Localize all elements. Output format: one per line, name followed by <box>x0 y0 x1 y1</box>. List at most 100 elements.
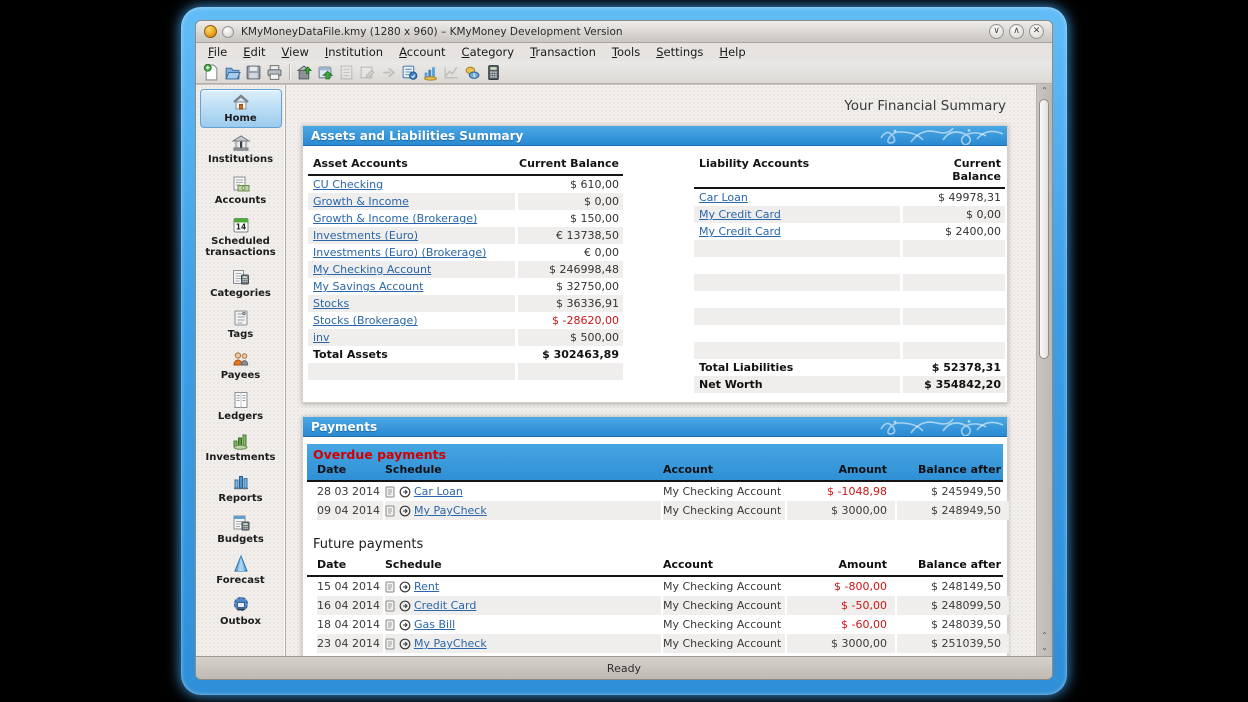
account-link[interactable]: My Savings Account <box>313 280 423 293</box>
menu-category[interactable]: Category <box>454 44 523 60</box>
new-account-icon[interactable] <box>315 62 336 82</box>
edit-schedule-icon[interactable] <box>385 619 396 631</box>
col-header-date: Date <box>317 463 383 476</box>
sidebar-item-forecast[interactable]: Forecast <box>200 551 282 590</box>
menu-institution[interactable]: Institution <box>317 44 391 60</box>
table-row: My Savings Account$ 32750,00 <box>308 278 623 295</box>
scroll-down-icon[interactable]: ⌄ <box>1041 642 1048 654</box>
forecast-icon <box>231 554 251 574</box>
menu-edit[interactable]: Edit <box>235 44 273 60</box>
minimize-icon[interactable]: ∨ <box>989 24 1004 39</box>
kmymoney-window: KMyMoneyDataFile.kmy (1280 x 960) – KMyM… <box>195 20 1053 680</box>
sidebar-item-payees[interactable]: Payees <box>200 346 282 385</box>
schedule-link[interactable]: Car Loan <box>414 653 463 656</box>
sidebar-item-categories[interactable]: Categories <box>200 264 282 303</box>
table-row: Growth & Income$ 0,00 <box>308 193 623 210</box>
status-text: Ready <box>607 662 641 675</box>
sidebar-item-tags[interactable]: Tags <box>200 305 282 344</box>
menu-file[interactable]: File <box>200 44 235 60</box>
table-row-empty <box>694 240 1005 257</box>
account-link[interactable]: Investments (Euro) (Brokerage) <box>313 246 486 259</box>
scrollbar-track[interactable] <box>1037 97 1052 630</box>
sidebar-item-investments[interactable]: Investments <box>200 428 282 467</box>
account-link[interactable]: My Credit Card <box>699 225 781 238</box>
menu-transaction[interactable]: Transaction <box>522 44 604 60</box>
menu-view[interactable]: View <box>274 44 317 60</box>
sidebar-item-reports[interactable]: Reports <box>200 469 282 508</box>
sidebar-item-institutions[interactable]: Institutions <box>200 130 282 169</box>
table-row: CU Checking$ 610,00 <box>308 176 623 193</box>
svg-text:14: 14 <box>235 223 245 232</box>
enter-schedule-icon[interactable] <box>399 638 411 650</box>
edit-schedule-icon[interactable] <box>385 581 396 593</box>
edit-schedule-icon[interactable] <box>385 486 396 498</box>
scrollbar-thumb[interactable] <box>1039 99 1049 359</box>
account-link[interactable]: Investments (Euro) <box>313 229 418 242</box>
home-icon <box>231 92 251 112</box>
sidebar-item-accounts[interactable]: Accounts <box>200 171 282 210</box>
print-icon[interactable] <box>264 62 285 82</box>
main-area: Home Institutions Accounts 14 Scheduled … <box>196 84 1052 656</box>
enter-schedule-icon[interactable] <box>399 600 411 612</box>
accounts-icon <box>231 174 251 194</box>
people-icon <box>231 349 251 369</box>
schedule-link[interactable]: Rent <box>414 577 439 596</box>
menu-help[interactable]: Help <box>711 44 753 60</box>
menu-settings[interactable]: Settings <box>648 44 711 60</box>
close-icon[interactable]: ✕ <box>1029 24 1044 39</box>
schedule-link[interactable]: Credit Card <box>414 596 476 615</box>
account-link[interactable]: My Checking Account <box>313 263 431 276</box>
col-header-date: Date <box>317 558 383 571</box>
table-row: My Credit Card$ 0,00 <box>694 206 1005 223</box>
enter-schedule-icon[interactable] <box>399 619 411 631</box>
menu-account[interactable]: Account <box>391 44 453 60</box>
window-title: KMyMoneyDataFile.kmy (1280 x 960) – KMyM… <box>241 26 623 38</box>
calendar-icon: 14 <box>231 215 251 235</box>
edit-schedule-icon[interactable] <box>385 505 396 517</box>
budget-icon <box>231 513 251 533</box>
new-file-icon[interactable] <box>201 62 222 82</box>
net-worth-row: Net Worth$ 354842,20 <box>694 376 1005 393</box>
account-link[interactable]: Growth & Income (Brokerage) <box>313 212 477 225</box>
vertical-scrollbar[interactable]: ⌃ ⌃ ⌄ <box>1036 85 1052 656</box>
account-link[interactable]: Stocks <box>313 297 349 310</box>
enter-schedule-icon[interactable] <box>399 486 411 498</box>
save-icon[interactable] <box>243 62 264 82</box>
edit-schedule-icon[interactable] <box>385 600 396 612</box>
reports-icon[interactable] <box>399 62 420 82</box>
schedule-link[interactable]: My PayCheck <box>414 501 487 520</box>
currencies-icon[interactable]: $ <box>462 62 483 82</box>
future-payments-title: Future payments <box>307 527 1003 556</box>
col-header-schedule: Schedule <box>385 558 661 571</box>
tag-icon <box>231 308 251 328</box>
sidebar-item-outbox[interactable]: Outbox <box>200 592 282 631</box>
account-link[interactable]: Growth & Income <box>313 195 409 208</box>
account-link[interactable]: My Credit Card <box>699 208 781 221</box>
calculator-icon[interactable] <box>483 62 504 82</box>
account-link[interactable]: CU Checking <box>313 178 383 191</box>
account-link[interactable]: inv <box>313 331 330 344</box>
new-institution-icon[interactable] <box>294 62 315 82</box>
menu-tools[interactable]: Tools <box>604 44 648 60</box>
enter-schedule-icon[interactable] <box>399 581 411 593</box>
edit-schedule-icon[interactable] <box>385 638 396 650</box>
account-link[interactable]: Car Loan <box>699 191 748 204</box>
payees-icon[interactable] <box>420 62 441 82</box>
schedule-link[interactable]: My PayCheck <box>414 634 487 653</box>
sidebar-item-home[interactable]: Home <box>200 89 282 128</box>
schedule-link[interactable]: Car Loan <box>414 482 463 501</box>
scroll-up-icon[interactable]: ⌃ <box>1041 630 1048 642</box>
open-file-icon[interactable] <box>222 62 243 82</box>
sidebar-item-scheduled[interactable]: 14 Scheduled transactions <box>200 212 282 262</box>
sidebar-item-ledgers[interactable]: Ledgers <box>200 387 282 426</box>
window-menu-icon[interactable] <box>222 26 234 38</box>
scroll-up-icon[interactable]: ⌃ <box>1041 85 1048 97</box>
account-link[interactable]: Stocks (Brokerage) <box>313 314 418 327</box>
payment-row: 09 04 2014 My PayCheck My Checking Accou… <box>307 501 1003 520</box>
sidebar-item-budgets[interactable]: Budgets <box>200 510 282 549</box>
schedule-link[interactable]: Gas Bill <box>414 615 455 634</box>
titlebar[interactable]: KMyMoneyDataFile.kmy (1280 x 960) – KMyM… <box>196 21 1052 43</box>
home-view-content: Your Financial Summary Assets and Liabil… <box>286 85 1036 656</box>
enter-schedule-icon[interactable] <box>399 505 411 517</box>
maximize-icon[interactable]: ∧ <box>1009 24 1024 39</box>
